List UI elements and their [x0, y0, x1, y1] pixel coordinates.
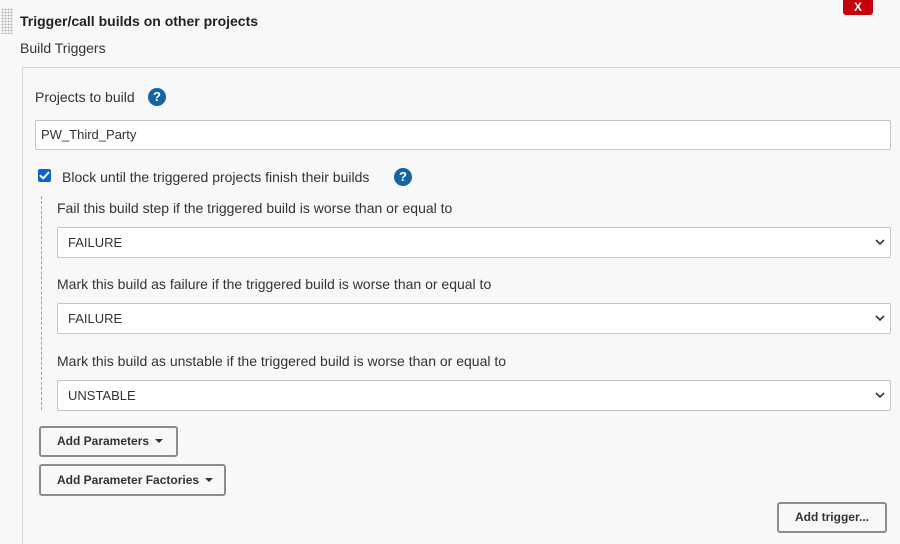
delete-step-button[interactable]: X: [843, 0, 873, 15]
block-until-label: Block until the triggered projects finis…: [62, 169, 370, 185]
build-triggers-heading: Build Triggers: [20, 40, 106, 56]
mark-unstable-threshold-label: Mark this build as unstable if the trigg…: [57, 353, 507, 369]
add-parameters-button[interactable]: Add Parameters: [39, 426, 178, 457]
mark-unstable-threshold-select[interactable]: UNSTABLE: [57, 380, 891, 411]
fail-step-threshold-label: Fail this build step if the triggered bu…: [57, 200, 453, 216]
mark-failure-threshold-value: FAILURE: [68, 311, 123, 326]
checkmark-icon: [39, 171, 50, 180]
add-parameter-factories-label: Add Parameter Factories: [57, 473, 200, 487]
nested-options-border: [41, 196, 42, 410]
mark-failure-threshold-label: Mark this build as failure if the trigge…: [57, 276, 492, 292]
mark-unstable-threshold-value: UNSTABLE: [68, 388, 136, 403]
mark-failure-threshold-select[interactable]: FAILURE: [57, 303, 891, 334]
chevron-down-icon: [875, 392, 885, 399]
projects-to-build-input[interactable]: PW_Third_Party: [35, 120, 891, 150]
projects-to-build-label: Projects to build: [35, 89, 135, 105]
add-parameter-factories-button[interactable]: Add Parameter Factories: [39, 464, 226, 496]
question-circle-icon[interactable]: ?: [148, 88, 166, 106]
fail-step-threshold-value: FAILURE: [68, 235, 123, 250]
chevron-down-icon: [875, 239, 885, 246]
add-trigger-button[interactable]: Add trigger...: [777, 502, 887, 533]
drag-handle-icon[interactable]: [1, 8, 13, 34]
block-until-checkbox[interactable]: [38, 169, 51, 182]
chevron-down-icon: [875, 315, 885, 322]
caret-down-icon: [205, 477, 214, 482]
question-circle-icon[interactable]: ?: [394, 168, 412, 186]
caret-down-icon: [155, 438, 164, 443]
section-title: Trigger/call builds on other projects: [20, 13, 259, 29]
add-parameters-label: Add Parameters: [57, 434, 150, 448]
fail-step-threshold-select[interactable]: FAILURE: [57, 227, 891, 258]
